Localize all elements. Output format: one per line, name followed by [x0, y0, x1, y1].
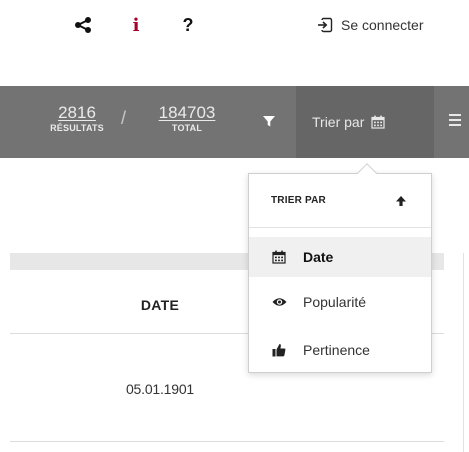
- results-count-label: RÉSULTATS: [50, 123, 104, 133]
- table-cell-date: 05.01.1901: [125, 381, 195, 397]
- top-toolbar: i ? Se connecter: [0, 0, 469, 50]
- column-header-date[interactable]: DATE: [90, 297, 230, 313]
- total-count: 184703 TOTAL: [142, 103, 232, 134]
- sort-option-date[interactable]: Date: [249, 237, 431, 277]
- results-count: 2816 RÉSULTATS: [38, 103, 116, 134]
- thumbs-up-icon: [271, 342, 287, 358]
- login-button[interactable]: Se connecter: [317, 14, 469, 36]
- calendar-icon: [271, 249, 287, 265]
- share-icon[interactable]: [72, 14, 94, 36]
- help-icon[interactable]: ?: [178, 14, 198, 36]
- filter-icon[interactable]: [262, 114, 278, 130]
- sort-option-relevance[interactable]: Pertinence: [249, 330, 431, 370]
- sort-label: Trier par: [312, 114, 365, 130]
- sort-option-popularity-label: Popularité: [303, 294, 367, 310]
- language-flag-icon[interactable]: [240, 15, 270, 35]
- total-count-value: 184703: [158, 103, 216, 122]
- info-icon[interactable]: i: [126, 14, 146, 36]
- column-divider: [463, 253, 464, 452]
- sort-dropdown-title: TRIER PAR: [271, 195, 326, 206]
- results-bar: 2816 RÉSULTATS / 184703 TOTAL Trier par: [0, 86, 469, 158]
- row-divider: [10, 441, 444, 442]
- login-icon: [317, 17, 333, 33]
- total-count-label: TOTAL: [171, 123, 203, 133]
- sort-option-date-label: Date: [303, 249, 334, 265]
- sort-dropdown: TRIER PAR Date Popularité Pertinence: [248, 163, 432, 373]
- sort-direction-arrow-up-icon[interactable]: [395, 195, 407, 207]
- results-count-value: 2816: [58, 103, 96, 122]
- count-separator: /: [121, 108, 127, 128]
- sort-button[interactable]: Trier par: [296, 86, 434, 158]
- sort-option-popularity[interactable]: Popularité: [249, 282, 431, 322]
- login-label: Se connecter: [341, 17, 424, 33]
- sort-option-relevance-label: Pertinence: [303, 342, 370, 358]
- calendar-icon: [371, 115, 385, 129]
- eye-icon: [271, 294, 287, 310]
- menu-icon[interactable]: [449, 114, 469, 130]
- sort-dropdown-header: TRIER PAR: [249, 174, 431, 228]
